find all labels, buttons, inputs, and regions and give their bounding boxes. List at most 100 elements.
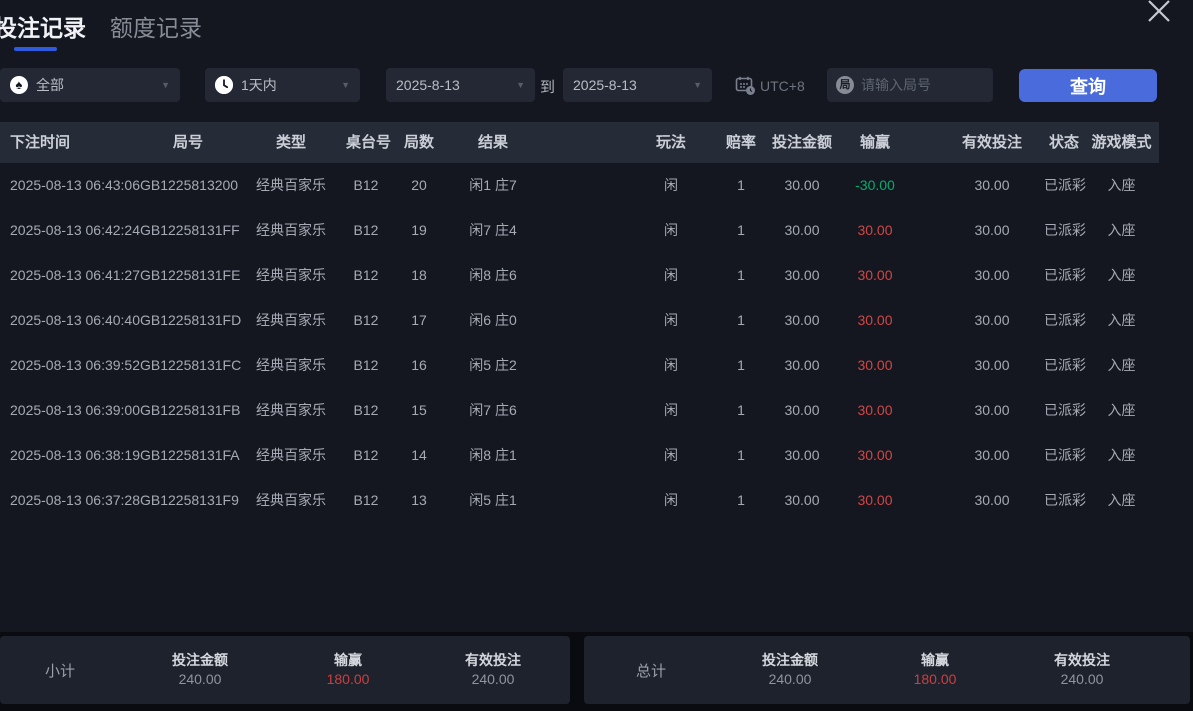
cell-type: 经典百家乐 <box>236 388 346 433</box>
cell-play: 闲 <box>620 208 722 253</box>
query-button[interactable]: 查询 <box>1019 69 1157 102</box>
header-table-no: 桌台号 <box>346 122 386 163</box>
total-title: 总计 <box>636 660 666 681</box>
table-row: 2025-08-13 06:42:24GB12258131FF经典百家乐B121… <box>0 208 1193 253</box>
total-bet-amount: 投注金额 240.00 <box>762 651 818 690</box>
cell-type: 经典百家乐 <box>236 253 346 298</box>
chevron-down-icon: ▼ <box>693 80 702 90</box>
cell-bet-amount: 30.00 <box>760 478 844 523</box>
header-valid-bet: 有效投注 <box>940 122 1044 163</box>
cell-game-id: GB12258131FC <box>140 343 236 388</box>
date-to-select[interactable]: 2025-8-13 ▼ <box>563 68 712 102</box>
header-result: 结果 <box>452 122 534 163</box>
cell-status: 已派彩 <box>1044 208 1084 253</box>
total-win-loss: 输赢 180.00 <box>914 651 957 690</box>
chevron-down-icon: ▼ <box>341 80 350 90</box>
active-tab-underline <box>14 47 57 51</box>
close-icon[interactable] <box>1145 0 1173 25</box>
cell-play: 闲 <box>620 478 722 523</box>
summary-bar: 小计 投注金额 240.00 输赢 180.00 有效投注 240.00 总计 … <box>0 632 1193 711</box>
cell-table-no: B12 <box>346 388 386 433</box>
cell-result: 闲5 庄2 <box>452 343 534 388</box>
date-from-select[interactable]: 2025-8-13 ▼ <box>386 68 535 102</box>
header-type: 类型 <box>236 122 346 163</box>
cell-bet-time: 2025-08-13 06:40:40 <box>0 298 140 343</box>
bet-records-window: 投注记录 额度记录 ♠ 全部 ▼ 1天内 ▼ 2025-8-1 <box>0 0 1193 711</box>
cell-game-id: GB12258131FA <box>140 433 236 478</box>
cell-game-mode: 入座 <box>1084 298 1159 343</box>
table-row: 2025-08-13 06:37:28GB12258131F9经典百家乐B121… <box>0 478 1193 523</box>
cell-game-id: GB1225813200 <box>140 163 236 208</box>
cell-play: 闲 <box>620 343 722 388</box>
timezone-selector[interactable]: UTC+8 <box>735 75 805 96</box>
cell-table-no: B12 <box>346 253 386 298</box>
cell-bet-amount: 30.00 <box>760 433 844 478</box>
cell-valid-bet: 30.00 <box>940 298 1044 343</box>
chevron-down-icon: ▼ <box>161 80 170 90</box>
cell-game-id: GB12258131FE <box>140 253 236 298</box>
cell-game-mode: 入座 <box>1084 163 1159 208</box>
cell-round: 13 <box>386 478 452 523</box>
subtotal-bet-amount-value: 240.00 <box>172 669 228 690</box>
tab-bet-records[interactable]: 投注记录 <box>0 9 86 43</box>
cell-round: 15 <box>386 388 452 433</box>
time-range-select[interactable]: 1天内 ▼ <box>205 68 360 102</box>
game-id-search-input[interactable] <box>861 77 971 93</box>
cell-valid-bet: 30.00 <box>940 388 1044 433</box>
cell-game-mode: 入座 <box>1084 343 1159 388</box>
cell-odds: 1 <box>722 298 760 343</box>
cell-odds: 1 <box>722 208 760 253</box>
cell-valid-bet: 30.00 <box>940 163 1044 208</box>
cell-result: 闲6 庄0 <box>452 298 534 343</box>
cell-game-mode: 入座 <box>1084 388 1159 433</box>
cell-status: 已派彩 <box>1044 163 1084 208</box>
subtotal-win-loss: 输赢 180.00 <box>327 651 370 690</box>
cell-valid-bet: 30.00 <box>940 343 1044 388</box>
cell-bet-time: 2025-08-13 06:37:28 <box>0 478 140 523</box>
cell-game-mode: 入座 <box>1084 478 1159 523</box>
chevron-down-icon: ▼ <box>516 80 525 90</box>
cell-valid-bet: 30.00 <box>940 478 1044 523</box>
time-range-value: 1天内 <box>241 75 277 95</box>
cell-round: 20 <box>386 163 452 208</box>
cell-bet-time: 2025-08-13 06:42:24 <box>0 208 140 253</box>
header-win-loss: 输赢 <box>844 122 906 163</box>
tab-quota-records[interactable]: 额度记录 <box>110 9 202 43</box>
cell-valid-bet: 30.00 <box>940 433 1044 478</box>
total-valid-bet: 有效投注 240.00 <box>1054 651 1110 690</box>
subtotal-bet-amount: 投注金额 240.00 <box>172 651 228 690</box>
cell-win-loss: -30.00 <box>844 163 906 208</box>
cell-bet-time: 2025-08-13 06:39:52 <box>0 343 140 388</box>
calendar-clock-icon <box>735 75 760 96</box>
cell-type: 经典百家乐 <box>236 433 346 478</box>
subtotal-title: 小计 <box>45 660 75 681</box>
cell-odds: 1 <box>722 163 760 208</box>
cell-type: 经典百家乐 <box>236 298 346 343</box>
game-type-select[interactable]: ♠ 全部 ▼ <box>0 68 180 102</box>
subtotal-valid-bet-label: 有效投注 <box>465 651 521 669</box>
cell-table-no: B12 <box>346 298 386 343</box>
cell-win-loss: 30.00 <box>844 298 906 343</box>
cell-play: 闲 <box>620 298 722 343</box>
subtotal-valid-bet-value: 240.00 <box>465 669 521 690</box>
header-status: 状态 <box>1044 122 1084 163</box>
cell-game-id: GB12258131FF <box>140 208 236 253</box>
cell-odds: 1 <box>722 253 760 298</box>
subtotal-valid-bet: 有效投注 240.00 <box>465 651 521 690</box>
header-game-id: 局号 <box>140 122 236 163</box>
tab-bet-records-label: 投注记录 <box>0 15 86 41</box>
cell-status: 已派彩 <box>1044 433 1084 478</box>
clock-icon <box>215 76 233 94</box>
cell-status: 已派彩 <box>1044 253 1084 298</box>
cell-game-id: GB12258131F9 <box>140 478 236 523</box>
cell-game-mode: 入座 <box>1084 208 1159 253</box>
subtotal-bet-amount-label: 投注金额 <box>172 651 228 669</box>
game-id-badge-icon: 局 <box>836 76 854 94</box>
cell-play: 闲 <box>620 388 722 433</box>
cell-type: 经典百家乐 <box>236 343 346 388</box>
cell-bet-time: 2025-08-13 06:39:00 <box>0 388 140 433</box>
cell-status: 已派彩 <box>1044 298 1084 343</box>
cell-table-no: B12 <box>346 163 386 208</box>
cell-type: 经典百家乐 <box>236 163 346 208</box>
cell-play: 闲 <box>620 163 722 208</box>
